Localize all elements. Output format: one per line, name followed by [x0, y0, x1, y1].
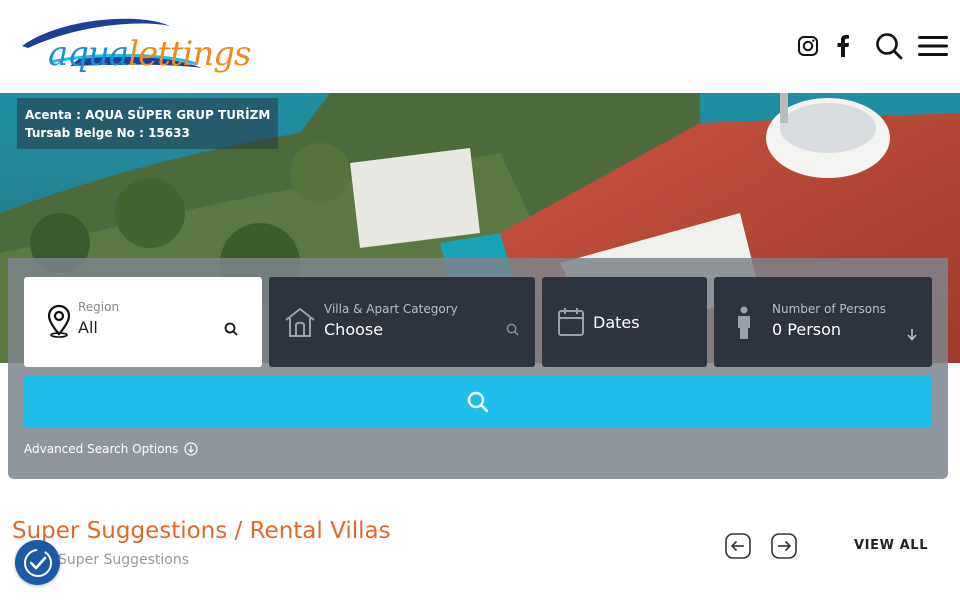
search-icon	[506, 323, 519, 336]
menu-icon[interactable]	[917, 30, 949, 62]
calendar-icon	[558, 308, 584, 336]
region-value: All	[78, 318, 98, 337]
accessibility-button[interactable]	[15, 540, 60, 585]
region-label: Region	[78, 300, 120, 314]
category-label: Villa & Apart Category	[324, 302, 458, 316]
house-icon	[285, 307, 315, 337]
advanced-search-toggle[interactable]: Advanced Search Options	[24, 442, 199, 456]
advanced-search-label: Advanced Search Options	[24, 442, 179, 456]
search-icon[interactable]	[873, 30, 905, 62]
person-icon	[738, 306, 750, 339]
search-icon	[224, 322, 238, 336]
logo-text-lettings: lettings	[128, 34, 251, 74]
next-button[interactable]	[771, 533, 797, 559]
region-field[interactable]: Region All	[24, 277, 262, 367]
category-value: Choose	[324, 320, 384, 339]
arrow-down-icon	[907, 329, 917, 341]
facebook-icon[interactable]	[827, 30, 859, 62]
search-icon	[467, 391, 489, 413]
arrow-right-icon	[771, 533, 797, 559]
location-pin-icon	[47, 304, 71, 338]
dates-value: Dates	[593, 313, 640, 332]
view-all-link[interactable]: VIEW ALL	[854, 538, 928, 553]
agency-name: Acenta : AQUA SÜPER GRUP TURİZM	[25, 108, 271, 122]
suggestions-title: Super Suggestions / Rental Villas	[12, 518, 391, 544]
persons-value: 0 Person	[772, 320, 842, 339]
logo-text-aqua: aqua	[48, 34, 129, 74]
suggestions-subtitle: Super Suggestions	[58, 552, 190, 568]
villa-category-field[interactable]: Villa & Apart Category Choose	[269, 277, 535, 367]
dates-field[interactable]: Dates	[542, 277, 707, 367]
site-header: aqualettings	[0, 0, 960, 93]
tursab-license-number: Tursab Belge No : 15633	[25, 126, 190, 140]
agency-info-box: Acenta : AQUA SÜPER GRUP TURİZM Tursab B…	[17, 98, 279, 149]
instagram-icon[interactable]	[792, 30, 824, 62]
search-button[interactable]	[24, 376, 932, 428]
prev-button[interactable]	[725, 533, 751, 559]
arrow-left-icon	[725, 533, 751, 559]
logo[interactable]: aqualettings	[20, 14, 252, 76]
persons-field[interactable]: Number of Persons 0 Person	[714, 277, 932, 367]
circle-arrow-down-icon	[184, 442, 199, 456]
persons-label: Number of Persons	[772, 302, 886, 316]
accessibility-icon	[23, 548, 52, 577]
logo-text: aqualettings	[48, 34, 252, 74]
